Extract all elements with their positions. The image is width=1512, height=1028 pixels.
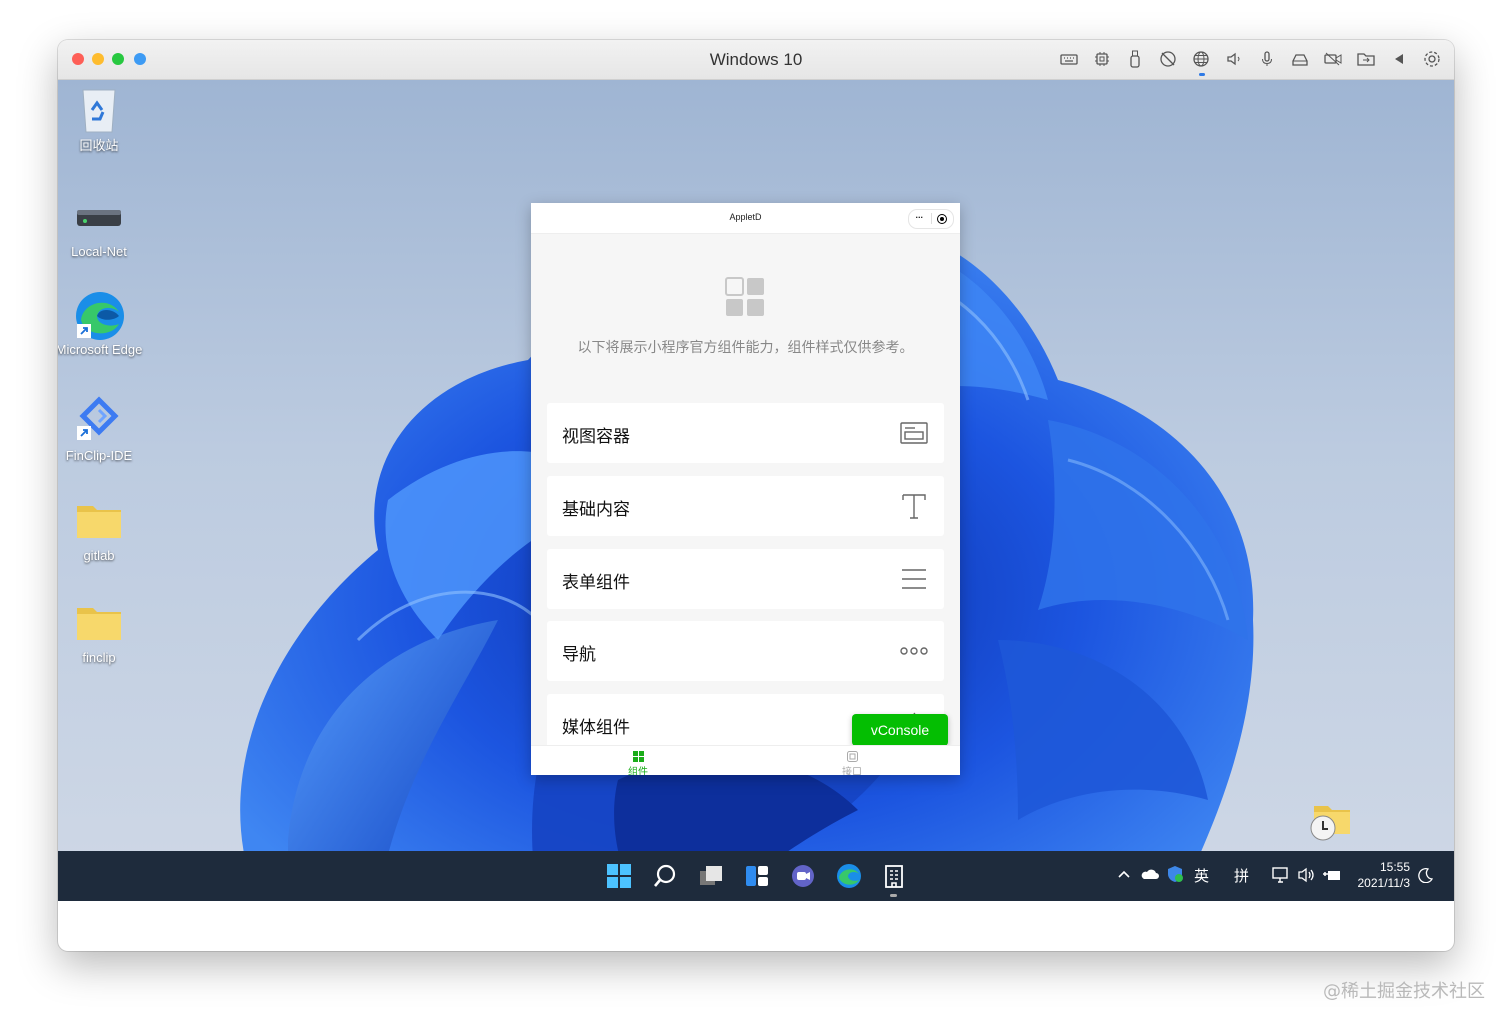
network-drive-icon xyxy=(73,192,125,240)
back-arrow-icon[interactable] xyxy=(1386,48,1413,70)
applet-tabbar: 组件 接口 xyxy=(531,745,960,775)
menu-item-view-container[interactable]: 视图容器 xyxy=(547,403,944,463)
desktop-icon-label: Local-Net xyxy=(71,244,127,259)
desktop-icon-edge[interactable]: Microsoft Edge xyxy=(58,290,144,358)
clock-date: 2021/11/3 xyxy=(1357,876,1411,890)
vm-titlebar: Windows 10 xyxy=(58,40,1454,80)
widgets-icon[interactable] xyxy=(744,863,770,889)
windows-start-icon[interactable] xyxy=(606,863,632,889)
desktop-icon-label: FinClip-IDE xyxy=(65,448,133,463)
tab-api[interactable]: 接口 xyxy=(822,747,882,775)
task-view-icon[interactable] xyxy=(698,863,724,889)
ime-language[interactable]: 英 xyxy=(1194,865,1209,886)
menu-item-label: 基础内容 xyxy=(562,500,630,520)
usb-icon[interactable] xyxy=(1122,48,1149,70)
focus-moon-icon[interactable] xyxy=(1418,867,1434,883)
desktop-icon-gitlab[interactable]: gitlab xyxy=(58,496,144,564)
volume-icon[interactable] xyxy=(1298,867,1316,883)
dots-icon xyxy=(900,647,928,655)
onedrive-icon[interactable] xyxy=(1140,866,1160,882)
keyboard-icon[interactable] xyxy=(1056,48,1083,70)
vm-toolbar xyxy=(1056,48,1446,76)
camera-off-icon[interactable] xyxy=(1155,48,1182,70)
vm-window: Windows 10 回收站 Local-Net Microsoft Edge … xyxy=(58,40,1454,951)
ime-mode[interactable]: 拼 xyxy=(1234,865,1249,886)
edge-icon xyxy=(73,290,125,340)
api-tab-icon xyxy=(846,751,858,762)
desktop-icon-recycle-bin[interactable]: 回收站 xyxy=(58,86,144,154)
menu-item-label: 媒体组件 xyxy=(562,718,630,738)
tab-label: 组件 xyxy=(628,767,648,775)
security-shield-icon[interactable] xyxy=(1166,865,1184,883)
shared-folder-icon[interactable] xyxy=(1353,48,1380,70)
list-lines-icon xyxy=(902,569,926,589)
windows-desktop: 回收站 Local-Net Microsoft Edge FinClip-IDE… xyxy=(58,80,1454,901)
desktop-icon-label: 回收站 xyxy=(79,138,119,153)
applet-description: 以下将展示小程序官方组件能力，组件样式仅供参考。 xyxy=(577,340,914,356)
desktop-icon-label: Microsoft Edge xyxy=(58,342,143,357)
webcam-off-icon[interactable] xyxy=(1320,48,1347,70)
system-clock[interactable]: 15:55 2021/11/3 xyxy=(1358,859,1411,891)
text-t-icon xyxy=(902,494,926,519)
network-icon[interactable] xyxy=(1188,48,1215,76)
desktop-icon-label: finclip xyxy=(82,650,116,665)
speaker-icon[interactable] xyxy=(1221,48,1248,70)
menu-item-basic-content[interactable]: 基础内容 xyxy=(547,476,944,536)
applet-navbar: AppletD ··· xyxy=(531,203,960,234)
desktop-icon-finclip-ide[interactable]: FinClip-IDE xyxy=(58,396,144,464)
applet-window: AppletD ··· 以下将展示小程序官方组件能力，组件样式仅供参考。 视图容… xyxy=(531,203,960,775)
more-icon[interactable]: ··· xyxy=(915,210,923,226)
running-indicator xyxy=(890,894,897,897)
tab-components[interactable]: 组件 xyxy=(608,747,668,775)
battery-plug-icon[interactable] xyxy=(1322,867,1342,883)
menu-item-navigation[interactable]: 导航 xyxy=(547,621,944,681)
cpu-icon[interactable] xyxy=(1089,48,1116,70)
folder-clock-icon xyxy=(1304,800,1356,848)
desktop-icon-finclip[interactable]: finclip xyxy=(58,598,144,666)
drive-icon[interactable] xyxy=(1287,48,1314,70)
watermark: @稀土掘金技术社区 xyxy=(1323,981,1485,1002)
clock-time: 15:55 xyxy=(1379,860,1410,874)
network-display-icon[interactable] xyxy=(1272,867,1290,883)
view-container-icon xyxy=(900,422,928,444)
menu-item-form-components[interactable]: 表单组件 xyxy=(547,549,944,609)
building-app-icon[interactable] xyxy=(881,863,907,889)
tab-label: 接口 xyxy=(842,767,862,775)
components-tab-icon xyxy=(632,751,644,762)
finclip-ide-icon xyxy=(73,396,125,444)
chevron-up-icon[interactable] xyxy=(1116,866,1132,882)
menu-item-label: 表单组件 xyxy=(562,573,630,593)
folder-icon xyxy=(73,598,125,646)
desktop-icon-local-net[interactable]: Local-Net xyxy=(58,192,144,260)
capsule-menu: ··· xyxy=(908,209,954,229)
microphone-icon[interactable] xyxy=(1254,48,1281,70)
menu-item-label: 视图容器 xyxy=(562,427,630,447)
capsule-divider xyxy=(931,213,932,224)
edge-taskbar-icon[interactable] xyxy=(836,863,862,889)
teams-chat-icon[interactable] xyxy=(790,863,816,889)
taskbar: 英 拼 15:55 2021/11/3 xyxy=(58,851,1454,901)
recycle-bin-icon xyxy=(73,86,125,134)
search-icon[interactable] xyxy=(652,863,678,889)
gear-icon[interactable] xyxy=(1419,48,1446,70)
vconsole-button[interactable]: vConsole xyxy=(852,714,948,746)
desktop-icon-label: gitlab xyxy=(83,548,115,563)
close-target-icon[interactable] xyxy=(937,214,947,224)
applet-title: AppletD xyxy=(729,212,762,222)
components-logo-icon xyxy=(725,277,764,316)
folder-icon xyxy=(73,496,125,544)
menu-item-label: 导航 xyxy=(562,645,596,665)
